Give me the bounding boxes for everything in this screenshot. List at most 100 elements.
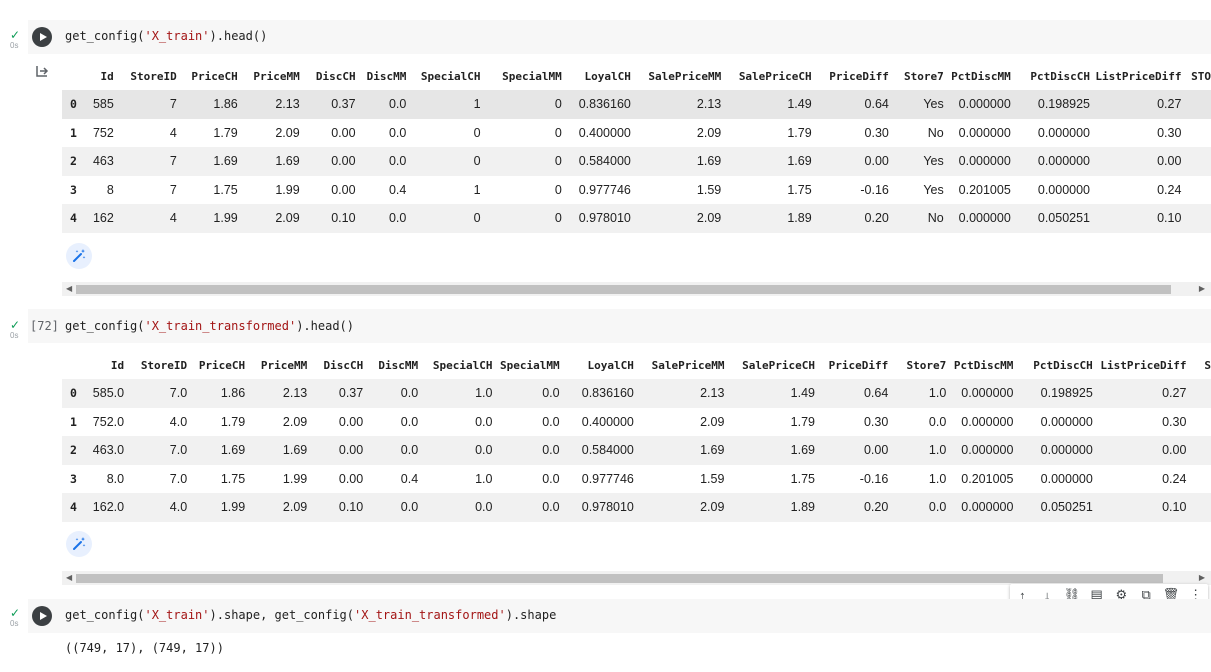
table-cell: 0.0 [355,90,407,119]
table-cell: 0.00 [307,436,364,465]
table-cell: 0.00 [299,147,356,176]
table-cell: 0.0 [928,414,947,429]
table-cell: 0.0 [363,379,419,408]
column-header: SalePriceMM [651,358,725,372]
horizontal-scrollbar[interactable]: ◀ ▶ [62,282,1211,296]
table-cell: 0.30 [1157,125,1182,140]
table-row: 0 585 7 1.86 2.13 0.37 0.0 1 0 0.836160 2.13 1.49 0.… [62,90,1211,119]
column-header: Store7 [906,358,947,372]
table-cell: Yes [923,182,944,197]
code-string: 'X_train_transformed' [144,319,297,333]
table-cell: 0.201005 [958,182,1011,197]
column-header: SpecialCH [420,69,481,83]
table-cell: 0.00 [331,182,356,197]
run-cell-button[interactable] [32,27,52,47]
table-cell [1186,379,1211,408]
cell-status-check: ✓ [10,606,21,620]
column-header: S [1204,358,1211,372]
table-header-row: Id StoreID PriceCH PriceMM DiscCH DiscMM Speci… [62,351,1211,379]
table-cell: 1.75 [787,182,812,197]
scroll-left-icon[interactable]: ◀ [66,282,72,296]
table-row: 1 752 4 1.79 2.09 0.00 0.0 0 0 0.400000 2.09 1.79 0.… [62,119,1211,148]
table-cell: 1.99 [176,204,238,233]
code-line[interactable]: get_config('X_train').shape, get_config(… [65,608,556,622]
table-cell: 0.0 [492,493,560,522]
column-header: Id [100,69,114,83]
table-cell: 1.59 [696,182,722,197]
row-index: 2 [62,436,86,465]
table-row: 4 162 4 1.99 2.09 0.10 0.0 0 0 0.978010 2.09 1.89 0.… [62,204,1211,233]
table-cell: 0.10 [1092,493,1187,522]
cell-status-check: ✓ [10,28,21,42]
table-cell: 0.000000 [1037,125,1091,140]
table-cell: 2.09 [282,414,308,429]
table-cell [1181,147,1211,176]
row-index: 1 [70,414,77,429]
column-header: DiscMM [366,69,407,83]
column-header: StoreID [140,358,188,372]
cell-status-check: ✓ [10,318,21,332]
table-cell: 0.000000 [1040,471,1093,486]
table-cell: 4 [169,125,177,140]
run-cell-button[interactable] [32,606,52,626]
table-row: 2 463 7 1.69 1.69 0.00 0.0 0 0 0.584000 1.69 1.69 0.… [62,147,1211,176]
code-token: ).shape, get_config( [209,608,355,622]
table-cell: 1 [473,182,481,197]
table-cell: 1.0 [475,471,493,486]
table-cell: 0 [406,147,481,176]
dataframe-table: Id StoreID PriceCH PriceMM DiscCH DiscMM Speci… [62,62,1211,233]
table-cell: 0.0 [888,493,947,522]
table-cell: -0.16 [859,471,889,486]
scroll-right-icon[interactable]: ▶ [1199,571,1205,585]
output-arrow-icon[interactable] [35,64,49,78]
column-header: PctDiscMM [953,358,1014,372]
table-cell: 0.0 [492,436,560,465]
table-cell: 0.000000 [946,436,1014,465]
table-cell: 0.0 [542,471,560,486]
code-line[interactable]: get_config('X_train').head() [65,29,267,43]
table-cell: 0.000000 [1037,182,1091,197]
column-header: SpecialMM [500,358,560,372]
table-cell: 0.584000 [561,147,631,176]
scroll-thumb[interactable] [76,285,1171,294]
column-header: PriceCH [198,358,246,372]
column-header: Id [110,358,125,372]
scroll-thumb[interactable] [76,574,1163,583]
code-token: get_config( [65,608,145,622]
column-header [62,62,85,90]
column-header: PriceCH [191,69,238,83]
table-cell: 0.64 [811,90,889,119]
table-cell: 752.0 [92,414,125,429]
table-cell: 0.0 [418,436,493,465]
scroll-right-icon[interactable]: ▶ [1199,282,1205,296]
column-header: SpecialMM [502,69,562,83]
table-cell: 0 [554,125,562,140]
column-header: ListPriceDiff [1100,358,1187,372]
table-cell: 0 [406,204,481,233]
code-line[interactable]: get_config('X_train_transformed').head() [65,319,354,333]
table-cell: 0.978010 [561,204,631,233]
table-cell: 463 [85,147,114,176]
table-cell: 0.20 [811,204,889,233]
generate-code-button[interactable] [66,243,92,269]
table-cell: 0.00 [338,414,364,429]
table-cell: 2.09 [237,204,300,233]
table-cell: 0.00 [811,147,889,176]
scroll-left-icon[interactable]: ◀ [66,571,72,585]
dataframe-table: Id StoreID PriceCH PriceMM DiscCH DiscMM Speci… [62,351,1211,522]
generate-code-button[interactable] [66,531,92,557]
code-token: ).head() [209,29,268,43]
table-cell: 2.09 [633,493,725,522]
table-cell: 0.27 [1092,379,1187,408]
horizontal-scrollbar[interactable]: ◀ ▶ [62,571,1211,585]
play-icon [39,612,47,620]
execution-count: [72] [30,319,59,333]
table-cell: 7 [169,182,177,197]
table-cell: 1.86 [176,90,238,119]
column-header: SalePriceCH [742,358,816,372]
table-cell: 1.69 [176,147,238,176]
table-cell [1181,90,1211,119]
table-cell: 1.75 [213,182,238,197]
column-header: PctDiscCH [1030,69,1091,83]
column-header: SalePriceMM [648,69,722,83]
